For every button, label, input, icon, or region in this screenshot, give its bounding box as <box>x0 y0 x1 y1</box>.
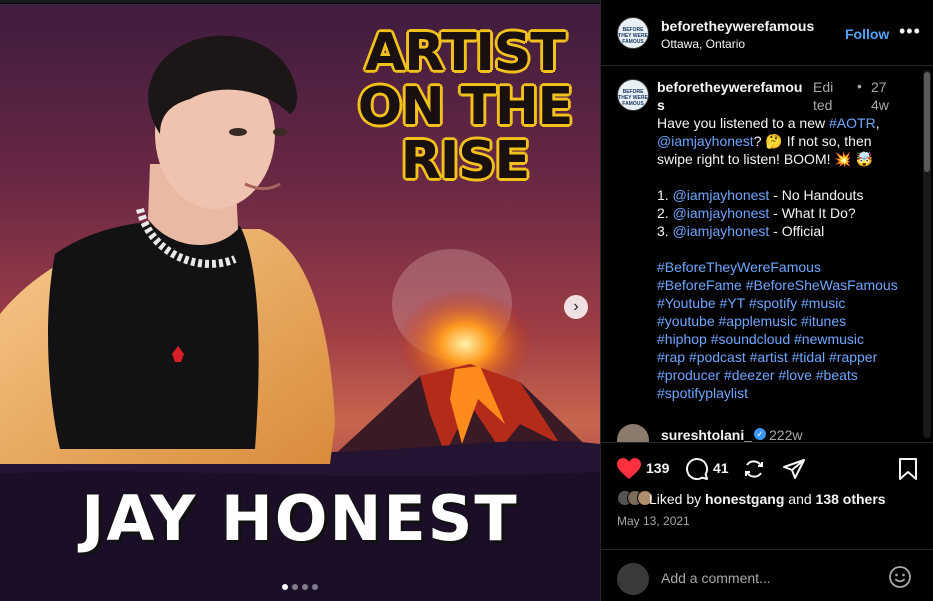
verified-badge-icon: ✓ <box>754 428 766 440</box>
carousel-dot <box>292 584 298 590</box>
follow-button[interactable]: Follow <box>845 26 889 42</box>
action-bar: 139 41 Liked by honestgang and 138 other… <box>601 442 933 601</box>
mention-link[interactable]: @iamjayhonest <box>657 133 754 149</box>
post-location[interactable]: Ottawa, Ontario <box>661 37 745 51</box>
track-title: - Official <box>769 223 825 239</box>
current-user-avatar[interactable] <box>617 563 649 595</box>
liked-by-user[interactable]: honestgang <box>705 491 784 507</box>
caption-line: Have you listened to a new #AOTR, <box>657 114 919 132</box>
author-avatar[interactable]: BEFORE THEY WERE FAMOUS <box>617 17 649 49</box>
track-number: 3. <box>657 223 673 239</box>
post-header: BEFORE THEY WERE FAMOUS beforetheywerefa… <box>601 4 933 66</box>
meta-separator: • <box>857 78 862 94</box>
commenter-avatar[interactable] <box>617 424 649 442</box>
carousel-dot <box>312 584 318 590</box>
hashtag-line[interactable]: #BeforeTheyWereFamous <box>657 258 919 276</box>
liked-by-suffix: and <box>784 491 816 507</box>
hashtag-line[interactable]: #youtube #applemusic #itunes <box>657 312 919 330</box>
like-heart-icon[interactable] <box>616 457 642 481</box>
caption-username[interactable]: beforetheywerefamou s <box>657 78 807 114</box>
add-comment-input[interactable] <box>661 568 881 588</box>
hashtag-line[interactable]: #BeforeFame #BeforeSheWasFamous <box>657 276 919 294</box>
caption-scrollbar-thumb[interactable] <box>924 72 930 172</box>
caption-line: @iamjayhonest? 🤔 If not so, then <box>657 132 919 150</box>
carousel-indicator <box>282 584 318 590</box>
caption-age[interactable]: 274w <box>871 78 893 114</box>
repost-icon[interactable] <box>742 457 766 481</box>
avatar-logo-text: BEFORE THEY WERE FAMOUS <box>618 89 648 107</box>
liked-by-summary: Liked by honestgang and 138 others <box>649 491 886 507</box>
track-title: - No Handouts <box>769 187 864 203</box>
artist-name: JAY HONEST <box>81 482 519 555</box>
post-date[interactable]: May 13, 2021 <box>617 514 690 528</box>
caption-section: BEFORE THEY WERE FAMOUS beforetheywerefa… <box>601 67 933 442</box>
liked-by-others[interactable]: 138 others <box>816 491 886 507</box>
caption-author-avatar[interactable]: BEFORE THEY WERE FAMOUS <box>617 79 649 111</box>
track-line: 3. @iamjayhonest - Official <box>657 222 919 240</box>
track-number: 1. <box>657 187 673 203</box>
carousel-dot <box>302 584 308 590</box>
carousel-dot <box>282 584 288 590</box>
more-options-icon[interactable]: ••• <box>899 21 921 42</box>
comment-count[interactable]: 41 <box>713 460 729 476</box>
title-line: RISE <box>400 131 530 191</box>
track-line: 1. @iamjayhonest - No Handouts <box>657 186 919 204</box>
commenter-username[interactable]: sureshtolani_ <box>661 427 752 442</box>
track-title: - What It Do? <box>769 205 856 221</box>
author-username[interactable]: beforetheywerefamous <box>661 18 814 34</box>
caption-line: swipe right to listen! BOOM! 💥 🤯 <box>657 151 874 167</box>
track-line: 2. @iamjayhonest - What It Do? <box>657 204 919 222</box>
mention-link[interactable]: @iamjayhonest <box>673 187 770 203</box>
track-number: 2. <box>657 205 673 221</box>
like-count[interactable]: 139 <box>646 460 669 476</box>
next-slide-button[interactable]: › <box>564 295 588 319</box>
emoji-icon[interactable] <box>888 565 912 589</box>
comment-age[interactable]: 222w <box>769 427 802 442</box>
post-details-panel: BEFORE THEY WERE FAMOUS beforetheywerefa… <box>600 0 933 601</box>
liked-by-prefix: Liked by <box>649 491 706 507</box>
add-comment-bar <box>601 549 933 601</box>
hashtag-line[interactable]: #Youtube #YT #spotify #music <box>657 294 919 312</box>
comment-icon[interactable] <box>685 457 709 481</box>
caption-text-segment: Have you listened to a new <box>657 115 829 131</box>
title-line: ARTIST <box>365 23 566 83</box>
hashtag-line[interactable]: #hiphop #soundcloud #newmusic <box>657 330 919 348</box>
mention-link[interactable]: @iamjayhonest <box>673 205 770 221</box>
caption-text-segment: ? 🤔 If not so, then <box>753 133 872 149</box>
post-title: ARTIST ON THE RISE <box>330 26 600 188</box>
hashtag-link[interactable]: #AOTR <box>829 115 876 131</box>
caption-text: Have you listened to a new #AOTR, @iamja… <box>657 114 919 402</box>
save-bookmark-icon[interactable] <box>897 457 919 481</box>
title-line: ON THE <box>357 77 573 137</box>
hashtag-line[interactable]: #rap #podcast #artist #tidal #rapper <box>657 348 919 366</box>
share-icon[interactable] <box>782 457 806 481</box>
mention-link[interactable]: @iamjayhonest <box>673 223 770 239</box>
avatar-logo-text: BEFORE THEY WERE FAMOUS <box>618 27 648 45</box>
hashtag-line[interactable]: #producer #deezer #love #beats <box>657 366 919 384</box>
caption-text-segment: , <box>875 115 880 131</box>
comment-item: sureshtolani_ ✓ 222w <box>601 422 921 442</box>
hashtag-line[interactable]: #spotifyplaylist <box>657 384 919 402</box>
chevron-right-icon: › <box>573 298 579 315</box>
post-image[interactable]: ARTIST ON THE RISE JAY HONEST › <box>0 4 600 601</box>
edited-label: Edited <box>813 79 834 113</box>
